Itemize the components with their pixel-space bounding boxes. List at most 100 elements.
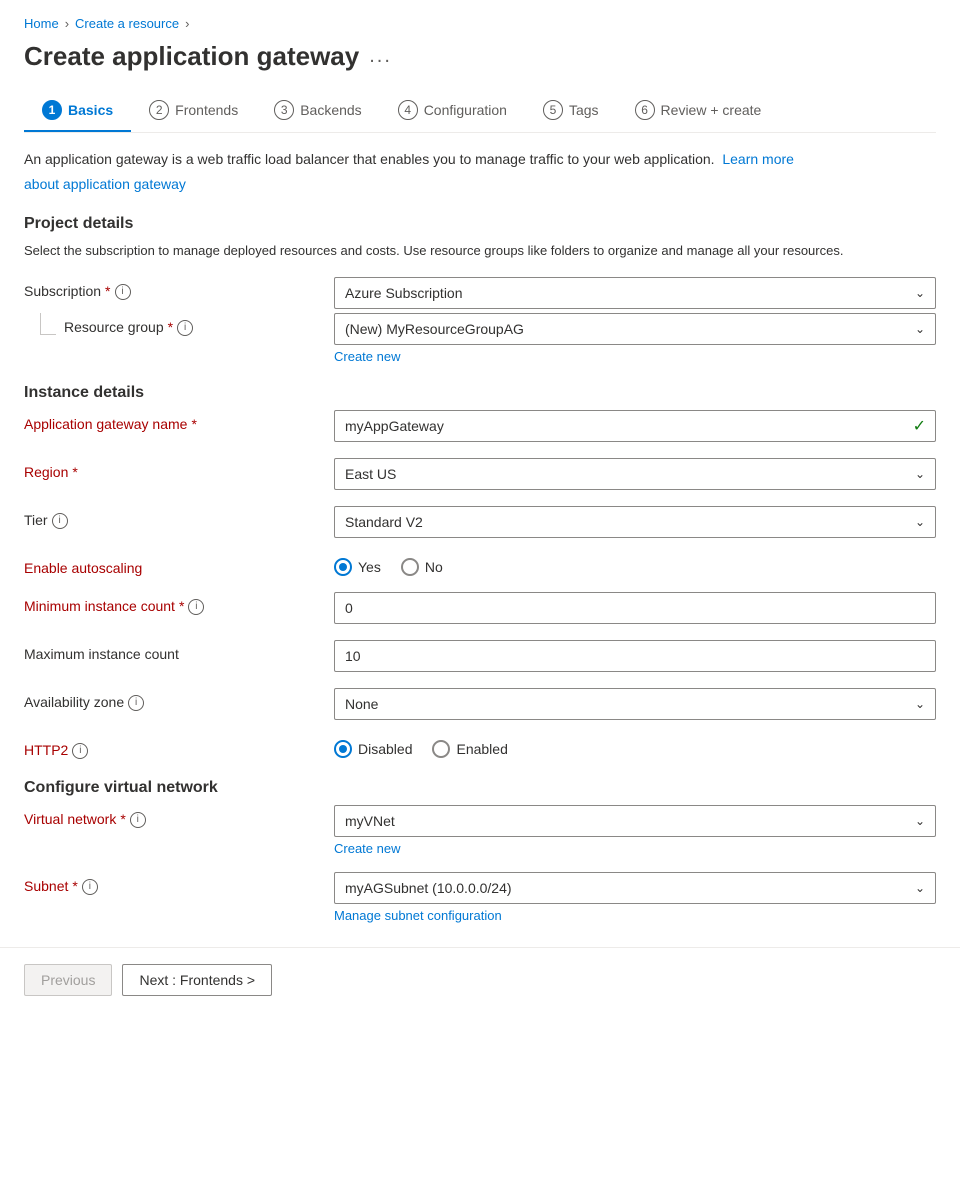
resource-group-value: (New) MyResourceGroupAG <box>345 321 524 337</box>
virtual-network-label-col: Virtual network * i <box>24 805 334 828</box>
previous-button[interactable]: Previous <box>24 964 112 996</box>
max-instance-label: Maximum instance count <box>24 646 179 662</box>
breadcrumb: Home › Create a resource › <box>24 16 936 31</box>
tier-dropdown[interactable]: Standard V2 ⌄ <box>334 506 936 538</box>
create-new-vnet-link[interactable]: Create new <box>334 841 400 856</box>
tab-frontends-number: 2 <box>149 100 169 120</box>
subscription-control: Azure Subscription ⌄ <box>334 277 936 309</box>
manage-subnet-link[interactable]: Manage subnet configuration <box>334 908 502 923</box>
tab-basics[interactable]: 1 Basics <box>24 90 131 132</box>
http2-disabled-circle <box>334 740 352 758</box>
tab-configuration[interactable]: 4 Configuration <box>380 90 525 132</box>
app-gateway-name-control: ✓ <box>334 410 936 442</box>
tier-dropdown-arrow: ⌄ <box>915 515 925 529</box>
breadcrumb-home[interactable]: Home <box>24 16 59 31</box>
virtual-network-dropdown-arrow: ⌄ <box>915 814 925 828</box>
autoscaling-yes-label: Yes <box>358 559 381 575</box>
availability-zone-dropdown-arrow: ⌄ <box>915 697 925 711</box>
subnet-dropdown[interactable]: myAGSubnet (10.0.0.0/24) ⌄ <box>334 872 936 904</box>
next-button[interactable]: Next : Frontends > <box>122 964 272 996</box>
max-instance-input[interactable] <box>334 640 936 672</box>
app-gateway-name-input-wrapper: ✓ <box>334 410 936 442</box>
autoscaling-yes-radio[interactable]: Yes <box>334 558 381 576</box>
page-title-menu[interactable]: ... <box>369 45 392 68</box>
min-instance-control <box>334 592 936 624</box>
about-link: about application gateway <box>24 174 936 195</box>
create-new-resource-group-link[interactable]: Create new <box>334 349 400 364</box>
resource-group-info-icon[interactable]: i <box>177 320 193 336</box>
min-instance-info-icon[interactable]: i <box>188 599 204 615</box>
autoscaling-no-circle <box>401 558 419 576</box>
max-instance-label-col: Maximum instance count <box>24 640 334 662</box>
breadcrumb-sep1: › <box>65 16 69 31</box>
tier-label: Tier <box>24 512 48 528</box>
subscription-row: Subscription * i Azure Subscription ⌄ <box>24 277 936 309</box>
autoscaling-yes-dot <box>339 563 347 571</box>
region-row: Region * East US ⌄ <box>24 458 936 490</box>
tab-review-label: Review + create <box>661 102 762 118</box>
subnet-label: Subnet <box>24 878 68 894</box>
app-gateway-name-input[interactable] <box>334 410 936 442</box>
resource-group-dropdown[interactable]: (New) MyResourceGroupAG ⌄ <box>334 313 936 345</box>
http2-disabled-dot <box>339 745 347 753</box>
virtual-network-info-icon[interactable]: i <box>130 812 146 828</box>
subscription-required: * <box>105 283 110 299</box>
resource-group-control: (New) MyResourceGroupAG ⌄ Create new <box>334 313 936 364</box>
page-title: Create application gateway <box>24 41 359 72</box>
tab-backends[interactable]: 3 Backends <box>256 90 379 132</box>
region-label-col: Region * <box>24 458 334 480</box>
subscription-dropdown[interactable]: Azure Subscription ⌄ <box>334 277 936 309</box>
app-gateway-name-row: Application gateway name * ✓ <box>24 410 936 442</box>
min-instance-label-col: Minimum instance count * i <box>24 592 334 615</box>
subscription-dropdown-arrow: ⌄ <box>915 286 925 300</box>
tab-tags-number: 5 <box>543 100 563 120</box>
region-label: Region <box>24 464 68 480</box>
virtual-network-required: * <box>120 811 125 827</box>
virtual-network-dropdown[interactable]: myVNet ⌄ <box>334 805 936 837</box>
region-value: East US <box>345 466 396 482</box>
availability-zone-dropdown[interactable]: None ⌄ <box>334 688 936 720</box>
subnet-required: * <box>72 878 77 894</box>
tab-tags[interactable]: 5 Tags <box>525 90 617 132</box>
subscription-info-icon[interactable]: i <box>115 284 131 300</box>
tab-backends-number: 3 <box>274 100 294 120</box>
http2-enabled-label: Enabled <box>456 741 507 757</box>
about-application-gateway-link[interactable]: about application gateway <box>24 176 186 192</box>
tier-info-icon[interactable]: i <box>52 513 68 529</box>
tabs-row: 1 Basics 2 Frontends 3 Backends 4 Config… <box>24 90 936 133</box>
resource-group-label-col: Resource group * i <box>24 313 334 336</box>
region-dropdown[interactable]: East US ⌄ <box>334 458 936 490</box>
virtual-network-heading: Configure virtual network <box>24 779 936 797</box>
tab-frontends[interactable]: 2 Frontends <box>131 90 256 132</box>
http2-info-icon[interactable]: i <box>72 743 88 759</box>
tab-review-create[interactable]: 6 Review + create <box>617 90 780 132</box>
app-gateway-name-checkmark: ✓ <box>913 416 926 436</box>
availability-zone-row: Availability zone i None ⌄ <box>24 688 936 720</box>
tab-frontends-label: Frontends <box>175 102 238 118</box>
autoscaling-label: Enable autoscaling <box>24 560 142 576</box>
tab-review-number: 6 <box>635 100 655 120</box>
http2-disabled-radio[interactable]: Disabled <box>334 740 412 758</box>
resource-group-dropdown-arrow: ⌄ <box>915 322 925 336</box>
min-instance-input[interactable] <box>334 592 936 624</box>
http2-radio-group: Disabled Enabled <box>334 736 936 758</box>
subnet-info-icon[interactable]: i <box>82 879 98 895</box>
breadcrumb-create-resource[interactable]: Create a resource <box>75 16 179 31</box>
autoscaling-no-radio[interactable]: No <box>401 558 443 576</box>
footer: Previous Next : Frontends > <box>0 947 960 1012</box>
http2-enabled-radio[interactable]: Enabled <box>432 740 507 758</box>
learn-more-link[interactable]: Learn more <box>722 151 794 167</box>
autoscaling-label-col: Enable autoscaling <box>24 554 334 576</box>
tab-tags-label: Tags <box>569 102 599 118</box>
availability-zone-info-icon[interactable]: i <box>128 695 144 711</box>
tab-basics-number: 1 <box>42 100 62 120</box>
rg-indent-line <box>40 313 56 335</box>
tier-row: Tier i Standard V2 ⌄ <box>24 506 936 538</box>
max-instance-control <box>334 640 936 672</box>
availability-zone-label: Availability zone <box>24 694 124 710</box>
http2-control: Disabled Enabled <box>334 736 936 758</box>
tier-control: Standard V2 ⌄ <box>334 506 936 538</box>
subnet-value: myAGSubnet (10.0.0.0/24) <box>345 880 512 896</box>
virtual-network-row: Virtual network * i myVNet ⌄ Create new <box>24 805 936 856</box>
tab-configuration-number: 4 <box>398 100 418 120</box>
